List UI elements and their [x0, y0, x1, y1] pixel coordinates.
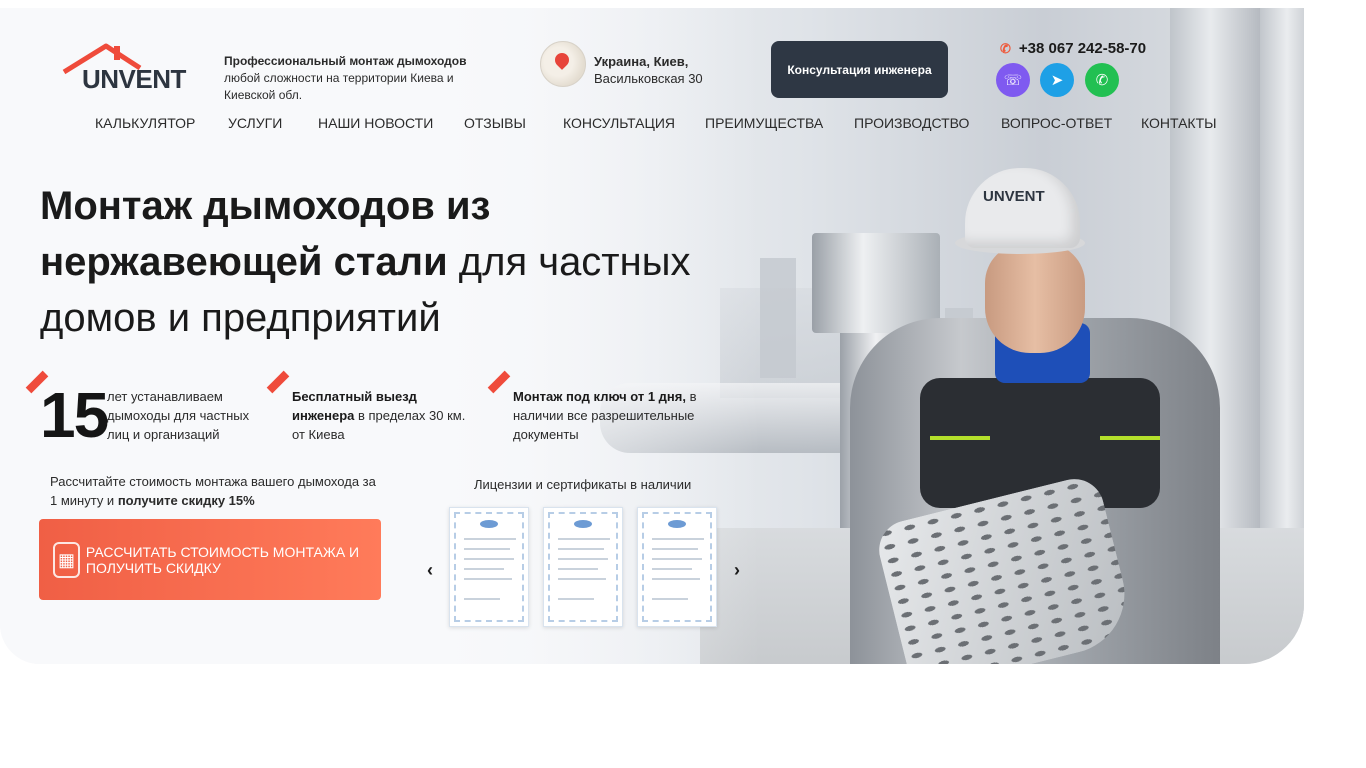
logo-wordmark: UNVENT — [82, 64, 186, 94]
address-street: Васильковская 30 — [594, 71, 703, 86]
feature-turnkey-bold: Монтаж под ключ от 1 дня, — [513, 389, 686, 404]
years-number: 15 — [40, 379, 109, 451]
viber-icon[interactable]: ☏ — [996, 63, 1030, 97]
consult-engineer-button[interactable]: Консультация инженера — [771, 41, 948, 98]
calculator-note-bold: получите скидку 15% — [117, 493, 255, 508]
header-phone[interactable]: ✆ +38 067 242-58-70 — [1000, 40, 1146, 57]
worker-face — [985, 243, 1085, 353]
phone-icon: ✆ — [1000, 40, 1011, 56]
feature-free-visit: Бесплатный выезд инженера в пределах 30 … — [292, 387, 472, 444]
nav-item-faq[interactable]: ВОПРОС-ОТВЕТ — [1001, 115, 1112, 131]
address-city: Украина, Киев, — [594, 54, 689, 69]
hero-title-bold: Монтаж дымоходов из нержавеющей стали — [40, 184, 491, 284]
feature-turnkey: Монтаж под ключ от 1 дня, в наличии все … — [513, 387, 713, 444]
chevron-left-icon[interactable]: ‹ — [427, 560, 433, 581]
certificate-thumbnail[interactable] — [543, 507, 623, 627]
tagline-rest: любой сложности на территории Киева и Ки… — [224, 71, 454, 102]
nav-item-calculator[interactable]: КАЛЬКУЛЯТОР — [95, 115, 195, 131]
site-logo[interactable]: UNVENT — [62, 42, 192, 98]
chevron-right-icon[interactable]: › — [734, 560, 740, 581]
cap-logo-text: UNVENT — [983, 188, 1045, 205]
nav-item-consultation[interactable]: КОНСУЛЬТАЦИЯ — [563, 115, 675, 131]
hero-title: Монтаж дымоходов из нержавеющей стали дл… — [40, 178, 770, 346]
header-tagline: Профессиональный монтаж дымоходов любой … — [224, 53, 504, 104]
telegram-icon[interactable]: ➤ — [1040, 63, 1074, 97]
nav-item-news[interactable]: НАШИ НОВОСТИ — [318, 115, 433, 131]
whatsapp-icon[interactable]: ✆ — [1085, 63, 1119, 97]
phone-number: +38 067 242-58-70 — [1018, 40, 1147, 57]
nav-item-services[interactable]: УСЛУГИ — [228, 115, 282, 131]
reflective-stripe — [1100, 436, 1160, 440]
licenses-title: Лицензии и сертификаты в наличии — [474, 477, 692, 492]
feature-years-text: лет устанавливаем дымоходы для частных л… — [107, 389, 250, 442]
nav-item-contacts[interactable]: КОНТАКТЫ — [1141, 115, 1217, 131]
calculator-icon: ▦ — [53, 541, 80, 578]
header-address: Украина, Киев, Васильковская 30 — [594, 53, 703, 87]
worker-cap: UNVENT — [965, 168, 1080, 248]
nav-item-production[interactable]: ПРОИЗВОДСТВО — [854, 115, 969, 131]
worker-photo: UNVENT — [830, 168, 1230, 664]
certificate-thumbnail[interactable] — [637, 507, 717, 627]
calculate-cost-label: РАССЧИТАТЬ СТОИМОСТЬ МОНТАЖА И ПОЛУЧИТЬ … — [85, 543, 360, 576]
nav-item-reviews[interactable]: ОТЗЫВЫ — [464, 115, 526, 131]
nav-item-advantages[interactable]: ПРЕИМУЩЕСТВА — [705, 115, 823, 131]
calculator-note: Рассчитайте стоимость монтажа вашего дым… — [50, 472, 380, 510]
certificate-thumbnail[interactable] — [449, 507, 529, 627]
calculate-cost-button[interactable]: ▦ РАССЧИТАТЬ СТОИМОСТЬ МОНТАЖА И ПОЛУЧИТ… — [39, 519, 381, 600]
reflective-stripe — [930, 436, 990, 440]
tagline-bold: Профессиональный монтаж дымоходов — [224, 54, 467, 68]
